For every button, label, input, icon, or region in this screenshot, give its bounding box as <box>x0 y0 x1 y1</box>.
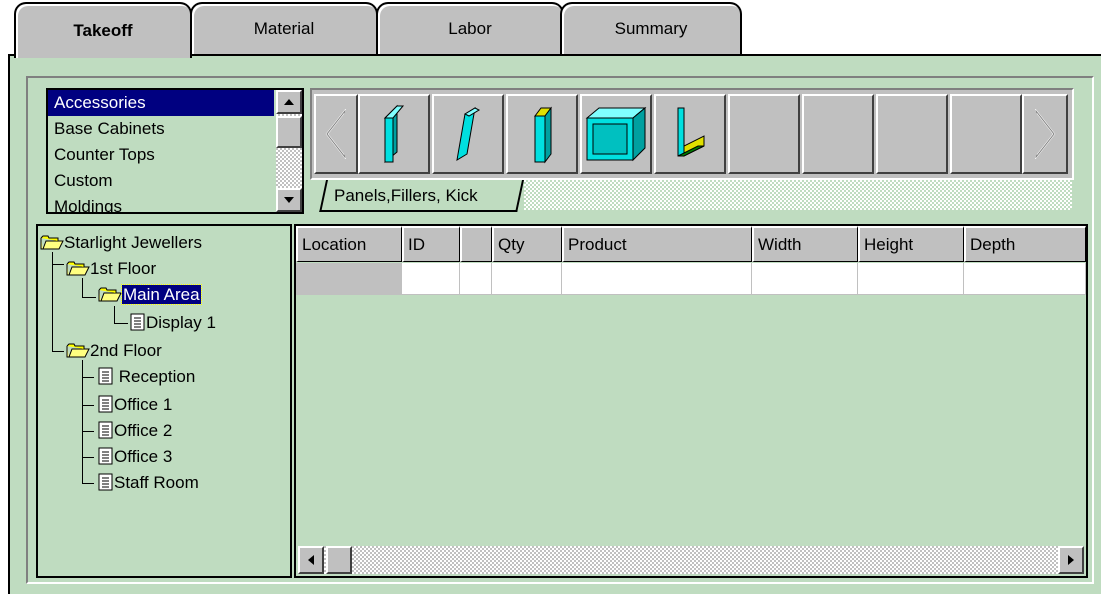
kick-icon <box>677 107 705 157</box>
palette-slot-empty[interactable] <box>876 94 948 174</box>
folder-open-icon <box>66 261 90 276</box>
tree-node-office-3[interactable]: Office 3 <box>98 444 172 470</box>
grid-horizontal-scrollbar[interactable] <box>298 546 1084 574</box>
category-item-accessories[interactable]: Accessories <box>48 90 274 116</box>
grid-cell[interactable] <box>492 263 562 295</box>
grid-cell[interactable] <box>460 263 492 295</box>
arrow-right-icon <box>1068 555 1074 565</box>
tree-node-display-1[interactable]: Display 1 <box>130 310 216 336</box>
palette-item-filler[interactable] <box>506 94 578 174</box>
end-panel-icon <box>383 104 405 164</box>
category-listbox[interactable]: Accessories Base Cabinets Counter Tops C… <box>46 88 304 214</box>
arrow-down-icon <box>284 197 294 203</box>
document-icon <box>98 473 113 491</box>
table-row[interactable] <box>296 263 1086 295</box>
folder-open-icon <box>98 287 122 302</box>
document-icon <box>98 447 113 465</box>
document-icon <box>98 367 113 385</box>
filler-icon <box>534 106 552 164</box>
grid-cell[interactable] <box>858 263 964 295</box>
arrow-left-icon <box>325 109 346 159</box>
folder-open-icon <box>66 343 90 358</box>
document-icon <box>98 421 113 439</box>
category-item-moldings[interactable]: Moldings <box>48 194 302 212</box>
tree-node-office-1[interactable]: Office 1 <box>98 392 172 418</box>
palette-item-box-panel[interactable] <box>580 94 652 174</box>
column-header-height[interactable]: Height <box>858 226 964 262</box>
column-header-blank[interactable] <box>460 226 492 262</box>
tree-node-2nd-floor[interactable]: 2nd Floor <box>66 338 162 364</box>
scroll-thumb[interactable] <box>276 116 302 148</box>
column-header-location[interactable]: Location <box>296 226 402 262</box>
tree-node-1st-floor[interactable]: 1st Floor <box>66 256 156 282</box>
tree-node-staff-room[interactable]: Staff Room <box>98 470 199 496</box>
row-selector[interactable] <box>296 263 402 295</box>
angled-panel-icon <box>456 107 481 161</box>
grid-header: Location ID Qty Product Width Height Dep… <box>296 226 1086 262</box>
arrow-right-icon <box>1035 109 1056 159</box>
product-palette <box>310 88 1074 180</box>
palette-tab-strip <box>524 180 1072 210</box>
scroll-up-button[interactable] <box>276 90 302 114</box>
scroll-down-button[interactable] <box>276 188 302 212</box>
palette-slot-empty[interactable] <box>802 94 874 174</box>
scroll-left-button[interactable] <box>298 546 324 574</box>
column-header-depth[interactable]: Depth <box>964 226 1086 262</box>
tree-node-reception[interactable]: Reception <box>98 364 195 390</box>
column-header-product[interactable]: Product <box>562 226 752 262</box>
column-header-id[interactable]: ID <box>402 226 460 262</box>
category-scrollbar[interactable] <box>276 90 302 212</box>
palette-item-angled-panel[interactable] <box>432 94 504 174</box>
scroll-thumb[interactable] <box>326 546 352 574</box>
tab-labor[interactable]: Labor <box>376 2 564 54</box>
palette-next-button[interactable] <box>1022 94 1068 174</box>
scroll-right-button[interactable] <box>1058 546 1084 574</box>
document-icon <box>130 313 145 331</box>
tree-node-starlight-jewellers[interactable]: Starlight Jewellers <box>40 230 202 256</box>
palette-prev-button[interactable] <box>314 94 358 174</box>
takeoff-grid[interactable]: Location ID Qty Product Width Height Dep… <box>294 224 1088 578</box>
category-item-counter-tops[interactable]: Counter Tops <box>48 142 302 168</box>
category-item-base-cabinets[interactable]: Base Cabinets <box>48 116 302 142</box>
column-header-qty[interactable]: Qty <box>492 226 562 262</box>
tab-takeoff[interactable]: Takeoff <box>14 2 192 58</box>
grid-cell[interactable] <box>402 263 460 295</box>
tree-node-office-2[interactable]: Office 2 <box>98 418 172 444</box>
folder-open-icon <box>40 235 64 250</box>
document-icon <box>98 395 113 413</box>
tree-node-main-area[interactable]: Main Area <box>98 282 202 308</box>
arrow-left-icon <box>308 555 314 565</box>
grid-cell[interactable] <box>752 263 858 295</box>
palette-item-end-panel[interactable] <box>358 94 430 174</box>
location-tree[interactable]: Starlight Jewellers 1st Floor Main Area … <box>36 224 292 578</box>
grid-cell[interactable] <box>562 263 752 295</box>
box-panel-icon <box>585 106 647 162</box>
category-item-custom[interactable]: Custom <box>48 168 302 194</box>
tab-summary[interactable]: Summary <box>560 2 742 54</box>
palette-tab-label: Panels,Fillers, Kick <box>334 186 478 205</box>
tab-material[interactable]: Material <box>190 2 378 54</box>
palette-item-kick[interactable] <box>654 94 726 174</box>
column-header-width[interactable]: Width <box>752 226 858 262</box>
palette-slot-empty[interactable] <box>950 94 1022 174</box>
palette-slot-empty[interactable] <box>728 94 800 174</box>
arrow-up-icon <box>284 99 294 105</box>
grid-cell[interactable] <box>964 263 1086 295</box>
